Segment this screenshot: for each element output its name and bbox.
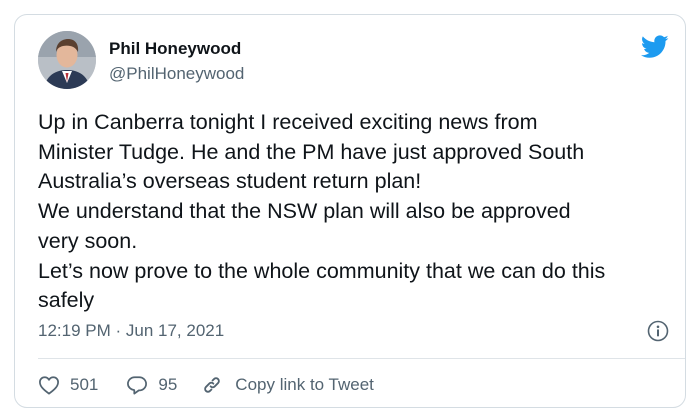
reply-bubble-icon — [127, 376, 148, 395]
copy-link-label: Copy link to Tweet — [235, 375, 374, 394]
like-count: 501 — [70, 375, 99, 394]
reply-count: 95 — [158, 375, 178, 394]
copy-link-button[interactable]: Copy link to Tweet — [201, 374, 374, 396]
author-handle[interactable]: @PhilHoneywood — [109, 64, 244, 84]
tweet-text-line: Australia’s overseas student return plan… — [38, 169, 422, 194]
tweet-text-line: Up in Canberra tonight I received exciti… — [38, 110, 538, 134]
tweet-text: Up in Canberra tonight I received exciti… — [38, 108, 668, 316]
heart-icon — [39, 376, 59, 395]
divider — [38, 358, 685, 359]
twitter-bird-icon[interactable] — [640, 35, 669, 59]
tweet-text-line: very soon. — [38, 228, 138, 253]
info-icon[interactable] — [647, 320, 669, 342]
like-button[interactable]: 501 — [38, 375, 98, 395]
tweet-text-line: safely — [38, 288, 95, 313]
tweet-text-line: Let’s now prove to the whole community t… — [38, 258, 606, 283]
link-icon — [204, 377, 221, 393]
tweet-timestamp[interactable]: 12:19 PM · Jun 17, 2021 — [38, 321, 224, 341]
reply-button[interactable]: 95 — [126, 375, 177, 395]
tweet-card: Phil Honeywood @PhilHoneywood Up in Canb… — [14, 14, 686, 408]
avatar[interactable] — [38, 31, 96, 89]
author-name[interactable]: Phil Honeywood — [109, 39, 241, 59]
tweet-text-line: We understand that the NSW plan will als… — [38, 199, 571, 224]
tweet-actions: 501 95 Copy link to Tweet — [38, 371, 374, 399]
tweet-text-line: Minister Tudge. He and the PM have just … — [38, 139, 585, 164]
